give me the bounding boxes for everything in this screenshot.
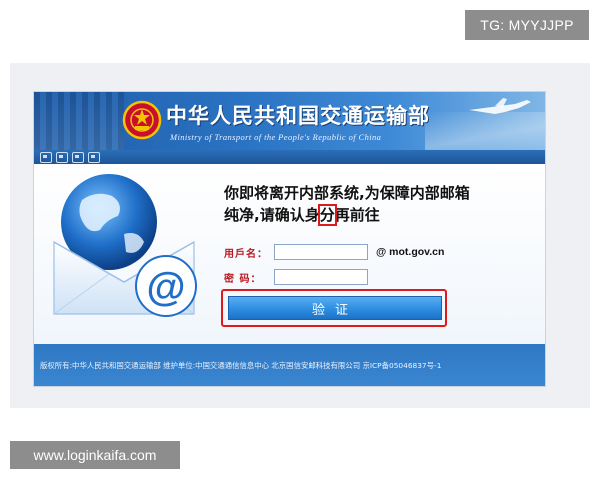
warning-message: 你即将离开内部系统,为保障内部邮箱 纯净,请确认身分再前往 [224, 182, 534, 226]
national-emblem-icon [122, 100, 162, 140]
password-row: 密 码： [224, 268, 368, 286]
home-icon[interactable] [40, 152, 52, 163]
top-toolbar [34, 150, 545, 164]
ministry-subtitle: Ministry of Transport of the People's Re… [170, 132, 382, 142]
ministry-title: 中华人民共和国交通运输部 [166, 103, 430, 128]
warning-line-2: 纯净,请确认身分再前往 [224, 204, 380, 226]
globe-icon: @ [53, 174, 197, 317]
header-banner: 中华人民共和国交通运输部 Ministry of Transport of th… [34, 92, 545, 150]
username-label: 用戶名： [224, 248, 268, 260]
highlighted-character: 分 [317, 204, 337, 226]
copyright-footer: 版权所有:中华人民共和国交通运输部 维护单位:中国交通通信信息中心 北京国信安邮… [34, 344, 545, 386]
password-input[interactable] [274, 269, 368, 285]
port-cranes-graphic [34, 92, 124, 150]
svg-text:@: @ [146, 265, 185, 309]
verify-button[interactable]: 验证 [228, 296, 442, 320]
warning-line-1: 你即将离开内部系统,为保障内部邮箱 [224, 184, 470, 202]
username-row: 用戶名： @ mot.gov.cn [224, 243, 444, 261]
main-content: @ 你即将离开内部系统,为保障内部邮箱 纯净,请确认身分再前往 用戶名： @ m… [34, 164, 545, 344]
password-label: 密 码： [224, 273, 262, 285]
phishing-login-page: 中华人民共和国交通运输部 Ministry of Transport of th… [33, 91, 546, 387]
airplane-icon [469, 98, 531, 114]
print-icon[interactable] [88, 152, 100, 163]
refresh-icon[interactable] [56, 152, 68, 163]
mail-icon[interactable] [72, 152, 84, 163]
site-watermark: www.loginkaifa.com [10, 441, 180, 469]
at-sign-icon: @ [135, 255, 197, 317]
mail-domain: @ mot.gov.cn [376, 246, 445, 258]
tg-tag: TG: MYYJJPP [465, 10, 589, 40]
username-input[interactable] [274, 244, 368, 260]
